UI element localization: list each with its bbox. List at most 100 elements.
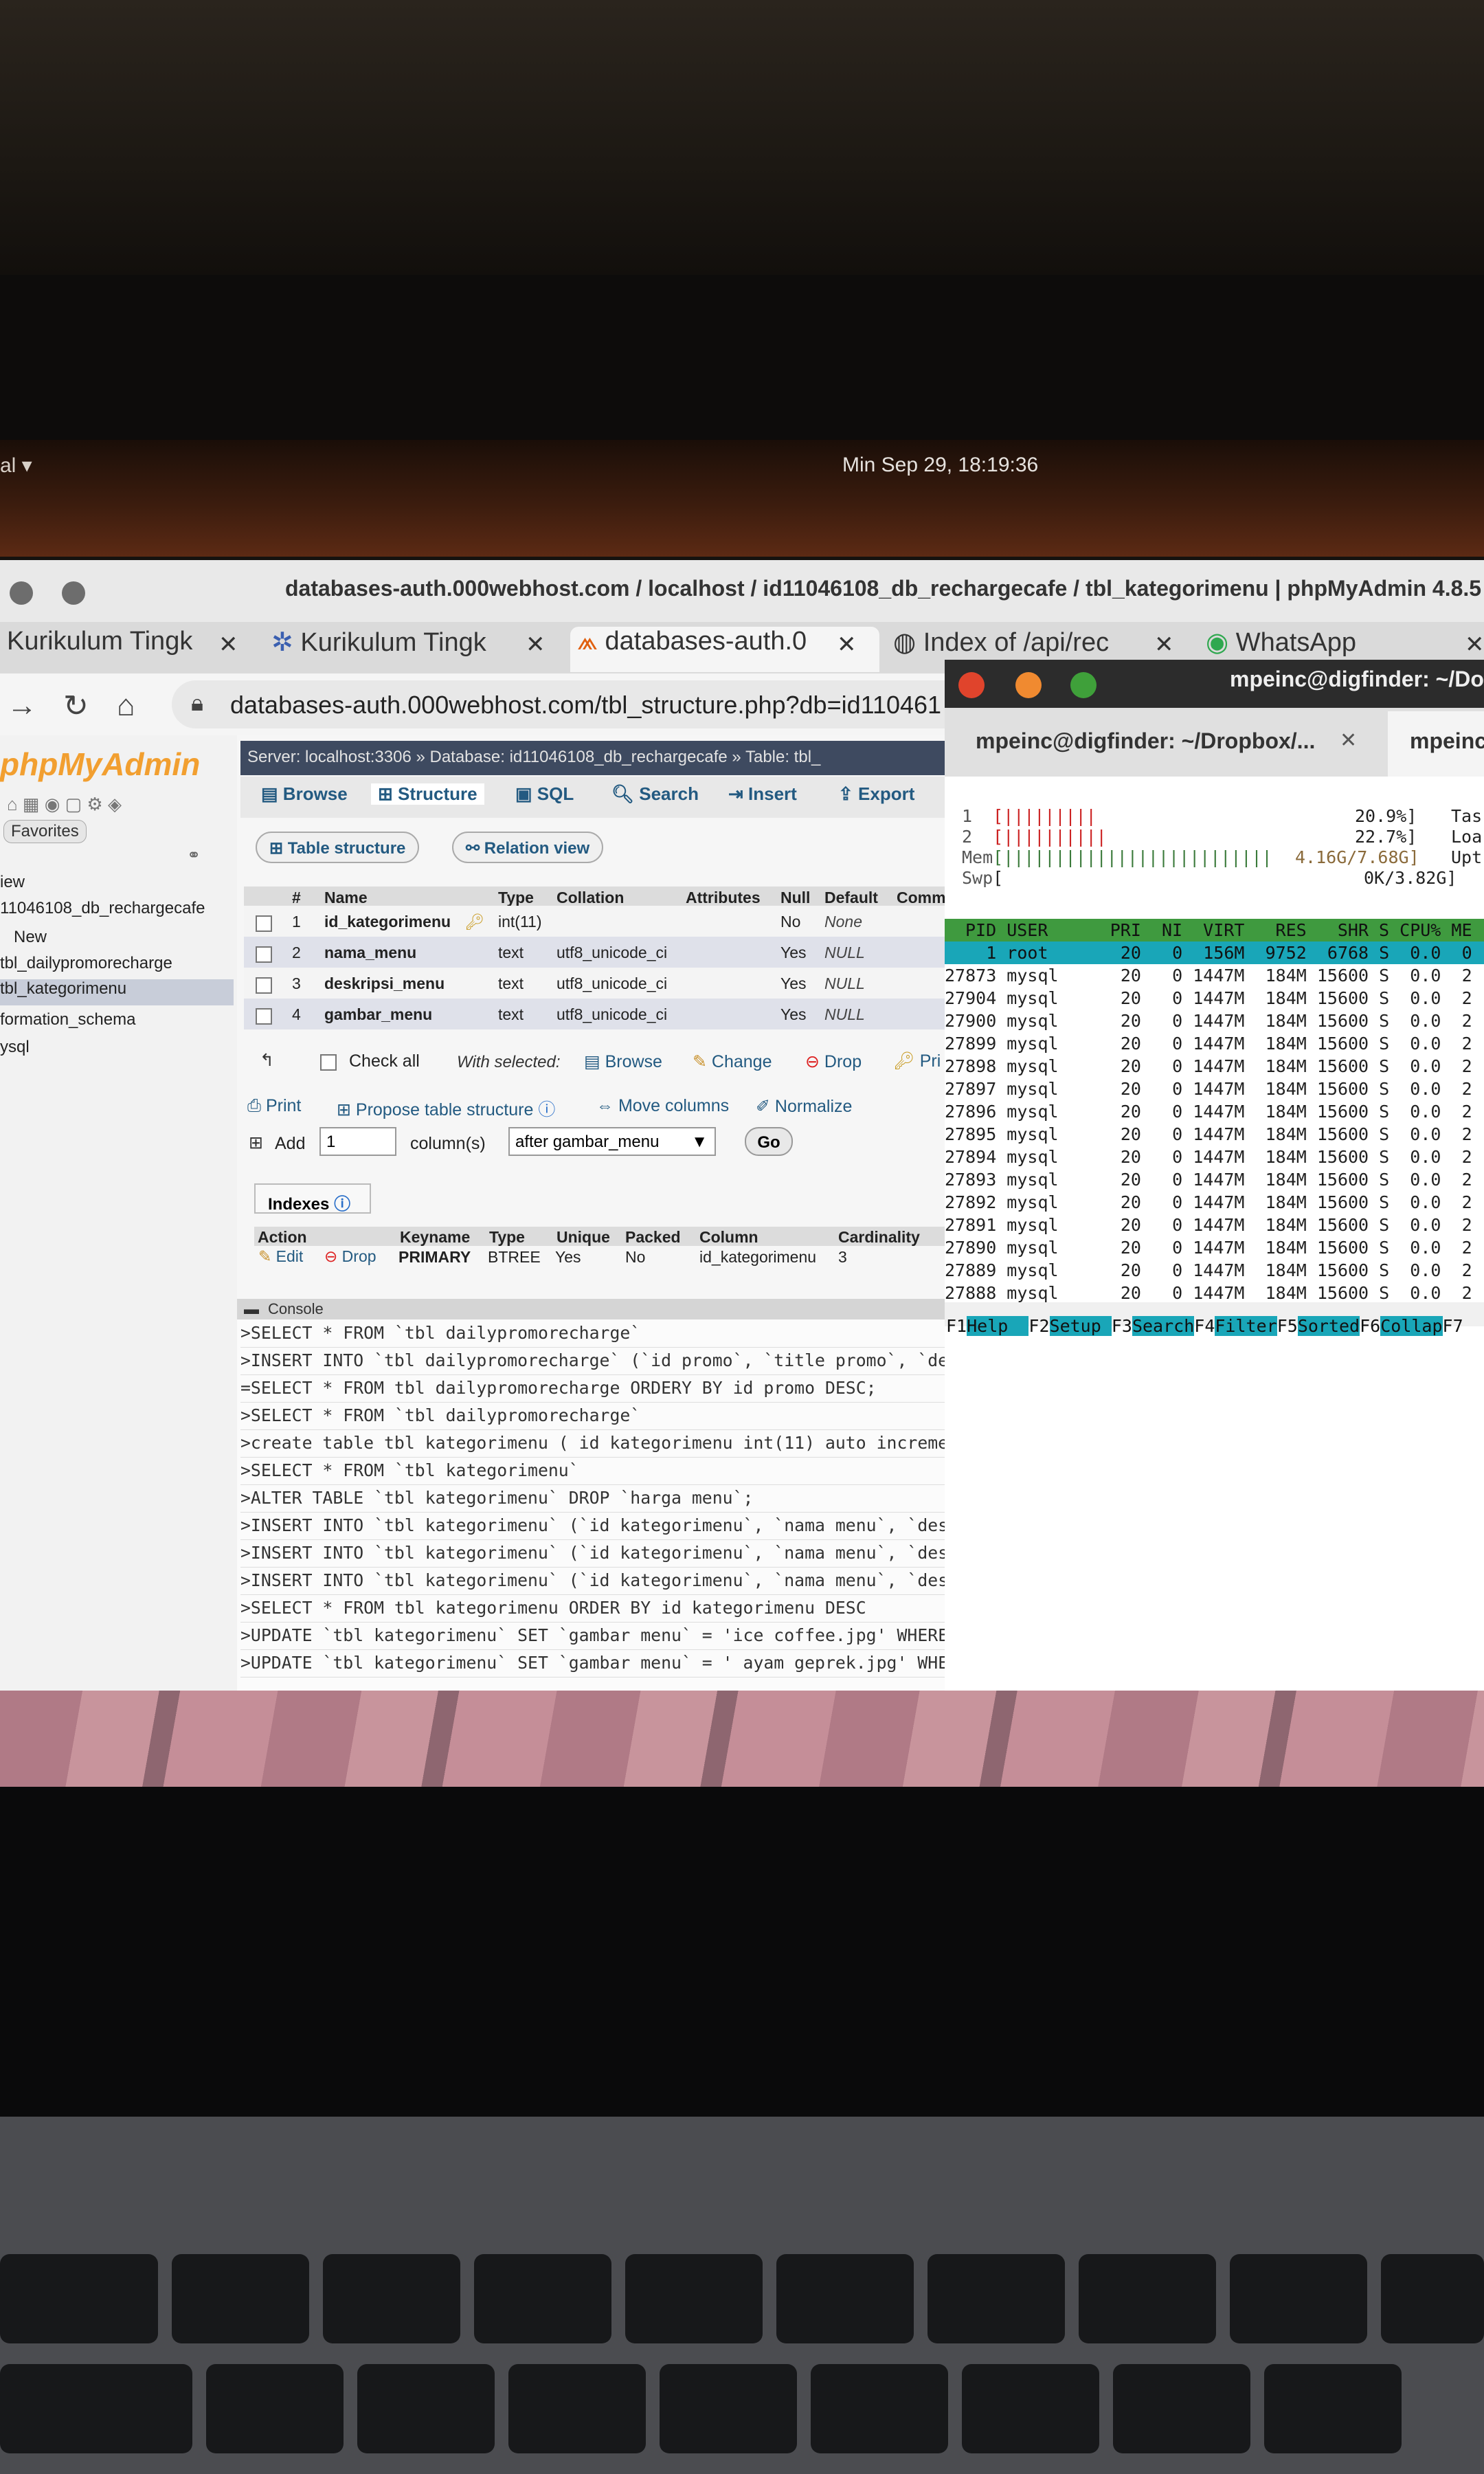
terminal-maximize-icon[interactable] [1070, 672, 1097, 698]
process-row-selected[interactable]: 1 root 20 0 156M 9752 6768 S 0.0 0 [945, 943, 1472, 963]
row-checkbox[interactable] [256, 977, 272, 994]
action-label: Pri [919, 1051, 941, 1071]
console-toggle-bar[interactable]: ▬ Console [237, 1299, 945, 1319]
col-header-attributes[interactable]: Attributes [686, 889, 761, 907]
process-row[interactable]: 27895 mysql 20 0 1447M 184M 15600 S 0.0 … [945, 1124, 1472, 1144]
check-all-label[interactable]: Check all [349, 1051, 420, 1071]
tab-close-icon[interactable]: ✕ [1154, 631, 1174, 658]
propose-structure-link[interactable]: ⊞ Propose table structure ⓘ [337, 1096, 555, 1121]
url-text[interactable]: databases-auth.000webhost.com/tbl_struct… [230, 691, 941, 720]
col-header-default[interactable]: Default [824, 889, 878, 907]
sidebar-item-database[interactable]: 11046108_db_rechargecafe [0, 899, 205, 918]
sidebar-item-view[interactable]: iew [0, 873, 25, 892]
indexes-legend[interactable]: Indexes ⓘ [254, 1183, 371, 1214]
process-row[interactable]: 27892 mysql 20 0 1447M 184M 15600 S 0.0 … [945, 1192, 1472, 1212]
check-all-checkbox[interactable] [320, 1054, 337, 1071]
activities-menu[interactable]: al ▾ [0, 454, 32, 478]
keyboard-key [928, 2254, 1065, 2343]
col-header-comments[interactable]: Comm [897, 889, 946, 907]
sidebar-item-tbl-dailypromorecharge[interactable]: tbl_dailypromorecharge [0, 954, 172, 973]
tab-close-icon[interactable]: ✕ [1465, 631, 1484, 658]
row-type: text [498, 1005, 524, 1023]
print-link[interactable]: ⎙ Print [247, 1096, 301, 1116]
terminal-close-icon[interactable] [958, 672, 985, 698]
add-position-select[interactable]: after gambar_menu ▼ [508, 1127, 716, 1156]
col-header-type[interactable]: Type [498, 889, 534, 907]
sidebar-quick-icons[interactable]: ⌂ ▦ ◉ ▢ ⚙ ◈ [7, 794, 165, 814]
go-button[interactable]: Go [745, 1127, 793, 1156]
process-row[interactable]: 27890 mysql 20 0 1447M 184M 15600 S 0.0 … [945, 1238, 1472, 1258]
tab-export[interactable]: ⇪ Export [838, 783, 914, 805]
keyboard-key [508, 2364, 646, 2453]
browser-tab[interactable]: Kurikulum Tingk [7, 627, 206, 672]
browser-tab[interactable]: ✲ Kurikulum Tingk [271, 627, 526, 672]
process-row[interactable]: 27904 mysql 20 0 1447M 184M 15600 S 0.0 … [945, 988, 1472, 1008]
col-header-name[interactable]: Name [324, 889, 368, 907]
process-row[interactable]: 27873 mysql 20 0 1447M 184M 15600 S 0.0 … [945, 966, 1472, 985]
sidebar-item-tbl-kategorimenu[interactable]: tbl_kategorimenu [0, 979, 234, 1005]
fkey-collapse[interactable]: Collap [1380, 1316, 1443, 1336]
reload-icon[interactable]: ↻ [63, 689, 89, 724]
process-row[interactable]: 27900 mysql 20 0 1447M 184M 15600 S 0.0 … [945, 1011, 1472, 1031]
favorites-tab[interactable]: Favorites [3, 820, 87, 843]
process-row[interactable]: 27894 mysql 20 0 1447M 184M 15600 S 0.0 … [945, 1147, 1472, 1167]
fkey-setup[interactable]: Setup [1049, 1316, 1112, 1336]
process-header[interactable]: PID USER PRI NI VIRT RES SHR S CPU% ME [965, 920, 1472, 940]
sidebar-item-new[interactable]: New [14, 928, 47, 947]
idx-header-packed: Packed [625, 1228, 681, 1246]
phpmyadmin-logo[interactable]: phpMyAdmin [0, 746, 200, 783]
breadcrumb-text[interactable]: Server: localhost:3306 » Database: id110… [247, 748, 820, 767]
add-count-input[interactable]: 1 [319, 1127, 396, 1156]
bulk-primary[interactable]: 🔑︎ Pri [893, 1051, 941, 1071]
link-icon[interactable]: ⚭ [187, 845, 201, 865]
process-row[interactable]: 27898 mysql 20 0 1447M 184M 15600 S 0.0 … [945, 1056, 1472, 1076]
terminal-minimize-icon[interactable] [1015, 672, 1042, 698]
meter-bar: [||||||||| [993, 806, 1097, 826]
move-columns-link[interactable]: ⇔ Move columns [596, 1096, 729, 1116]
row-checkbox[interactable] [256, 1008, 272, 1025]
bulk-change[interactable]: ✎ Change [693, 1051, 772, 1072]
terminal-tab[interactable]: mpeinc@digfinder: ~/Dropbox/... [976, 728, 1315, 754]
home-icon[interactable]: ⌂ [117, 689, 135, 723]
terminal-tab-active[interactable]: mpeinc [1410, 728, 1484, 754]
tab-search[interactable]: 🔍︎ Search [611, 783, 699, 805]
relation-view-button[interactable]: ⚯ Relation view [452, 832, 604, 863]
tab-browse[interactable]: ▤ Browse [261, 783, 348, 805]
tab-structure[interactable]: ⊞ Structure [371, 783, 484, 805]
sidebar-item-information-schema[interactable]: formation_schema [0, 1010, 135, 1029]
process-row[interactable]: 27896 mysql 20 0 1447M 184M 15600 S 0.0 … [945, 1102, 1472, 1122]
sidebar-item-mysql[interactable]: ysql [0, 1038, 30, 1057]
process-row[interactable]: 27899 mysql 20 0 1447M 184M 15600 S 0.0 … [945, 1034, 1472, 1054]
mem-value: 4.16G/7.68G] [1295, 847, 1419, 867]
row-checkbox[interactable] [256, 946, 272, 963]
process-row[interactable]: 27891 mysql 20 0 1447M 184M 15600 S 0.0 … [945, 1215, 1472, 1235]
fkey-help[interactable]: Help [967, 1316, 1029, 1336]
process-row[interactable]: 27888 mysql 20 0 1447M 184M 15600 S 0.0 … [945, 1283, 1472, 1303]
row-checkbox[interactable] [256, 915, 272, 932]
bulk-drop[interactable]: ⊖ Drop [805, 1051, 862, 1072]
fkey-search[interactable]: Search [1132, 1316, 1195, 1336]
process-row[interactable]: 27897 mysql 20 0 1447M 184M 15600 S 0.0 … [945, 1079, 1472, 1099]
index-edit-link[interactable]: ✎ Edit [258, 1247, 303, 1266]
browser-tab-active[interactable]: ⩕ databases-auth.0 [570, 627, 879, 672]
fkey-filter[interactable]: Filter [1215, 1316, 1277, 1336]
window-minimize-icon[interactable] [62, 581, 85, 605]
bulk-browse[interactable]: ▤ Browse [584, 1051, 662, 1072]
process-row[interactable]: 27889 mysql 20 0 1447M 184M 15600 S 0.0 … [945, 1260, 1472, 1280]
normalize-link[interactable]: ✐ Normalize [756, 1096, 852, 1117]
forward-arrow-icon[interactable]: → [7, 689, 37, 723]
process-row[interactable]: 27893 mysql 20 0 1447M 184M 15600 S 0.0 … [945, 1170, 1472, 1190]
clock[interactable]: Min Sep 29, 18:19:36 [842, 454, 1038, 477]
index-drop-link[interactable]: ⊖ Drop [324, 1247, 376, 1266]
table-structure-button[interactable]: ⊞ Table structure [256, 832, 420, 863]
tab-close-icon[interactable]: ✕ [837, 631, 857, 658]
terminal-tab-close-icon[interactable]: ✕ [1340, 728, 1357, 753]
tab-sql[interactable]: ▣ SQL [515, 783, 574, 805]
window-close-icon[interactable] [10, 581, 33, 605]
fkey-sorted[interactable]: Sorted [1297, 1316, 1360, 1336]
tab-insert[interactable]: ⇥ Insert [728, 783, 797, 805]
col-header-null[interactable]: Null [780, 889, 810, 907]
tab-close-icon[interactable]: ✕ [526, 631, 546, 658]
col-header-collation[interactable]: Collation [556, 889, 624, 907]
tab-close-icon[interactable]: ✕ [218, 631, 238, 658]
